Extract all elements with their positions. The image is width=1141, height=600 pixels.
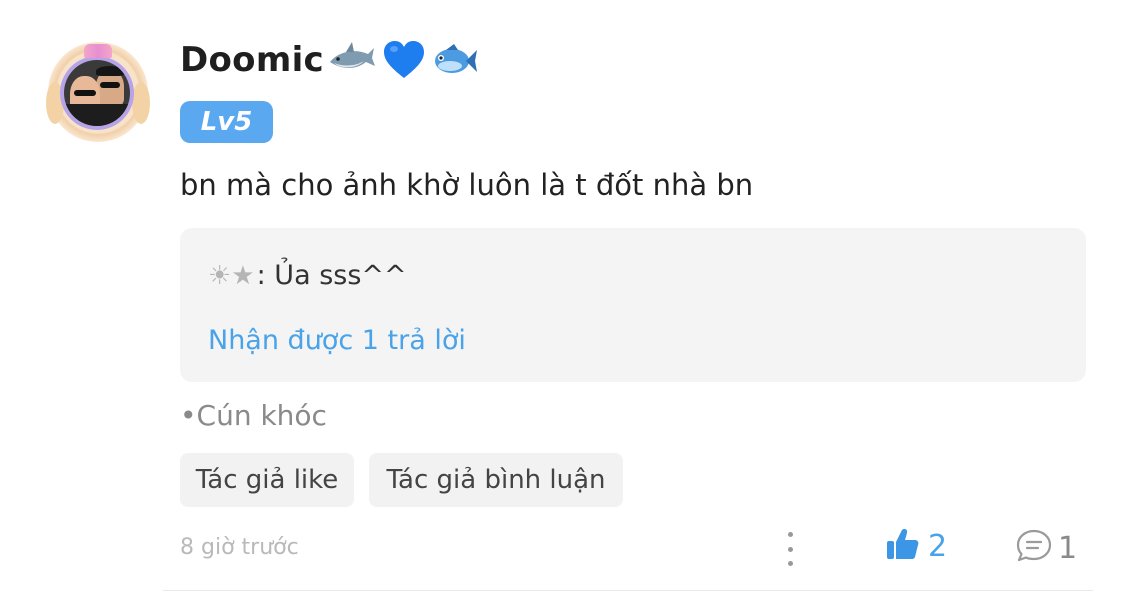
divider <box>163 590 1093 591</box>
blue-heart-emoji-icon <box>382 38 426 86</box>
reply-button[interactable]: 1 <box>1014 526 1077 570</box>
avatar-frame-wing-left <box>46 82 64 124</box>
reply-preview-line: ☀★ : Ủa sss^^ <box>208 260 407 291</box>
avatar[interactable] <box>46 42 150 142</box>
fish-emoji-icon <box>432 40 478 84</box>
level-badge: Lv5 <box>180 101 273 143</box>
avatar-photo <box>64 60 130 126</box>
more-vertical-icon[interactable] <box>784 532 796 566</box>
avatar-frame-wing-right <box>132 82 150 124</box>
reply-count: 1 <box>1058 530 1078 566</box>
like-count: 2 <box>928 528 948 564</box>
username-emojis <box>328 38 478 86</box>
comment-text: bn mà cho ảnh khờ luôn là t đốt nhà bn <box>180 168 754 202</box>
username[interactable]: Doomic <box>180 40 324 80</box>
reply-preview-text: : Ủa sss^^ <box>256 260 407 291</box>
view-replies-link[interactable]: Nhận được 1 trả lời <box>208 325 466 356</box>
author-commented-chip: Tác giả bình luận <box>369 453 623 507</box>
reply-preview-symbols: ☀★ <box>208 260 255 291</box>
reply-preview-box[interactable]: ☀★ : Ủa sss^^ Nhận được 1 trả lời <box>180 228 1086 382</box>
comment-timestamp: 8 giờ trước <box>180 535 299 560</box>
shark-emoji-icon <box>328 40 376 84</box>
comment-bubble-icon <box>1014 526 1054 570</box>
author-liked-chip: Tác giả like <box>180 453 354 507</box>
like-button[interactable]: 2 <box>884 526 947 566</box>
thumbs-up-icon <box>884 526 920 566</box>
avatar-frame-crown <box>84 44 112 58</box>
comment-tag: •Cún khóc <box>180 399 327 432</box>
